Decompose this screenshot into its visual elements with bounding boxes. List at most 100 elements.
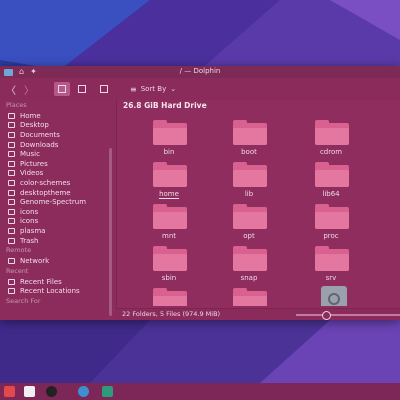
item-name: snap <box>240 274 258 282</box>
sidebar-item-label: Network <box>20 257 50 266</box>
app-icon[interactable] <box>102 386 113 397</box>
compact-view-icon <box>78 85 86 93</box>
sidebar-item-color-schemes[interactable]: color-schemes <box>0 178 116 188</box>
sidebar-item-label: Recent Files <box>20 277 62 286</box>
folder-item[interactable]: home <box>139 156 199 200</box>
item-name: cdrom <box>319 148 343 156</box>
folder-icon <box>153 288 187 306</box>
folder-item[interactable]: snap <box>219 240 279 284</box>
item-name: proc <box>323 232 339 240</box>
folder-item[interactable]: sbin <box>139 240 199 284</box>
sidebar-item-label: Videos <box>20 169 44 178</box>
folder-item[interactable]: opt <box>219 198 279 242</box>
trash-icon <box>8 237 15 244</box>
sort-icon: ≡ <box>130 84 137 94</box>
folder-item[interactable]: lib64 <box>301 156 361 200</box>
sidebar-item-downloads[interactable]: Downloads <box>0 140 116 150</box>
sidebar-item-label: color-schemes <box>20 178 71 187</box>
folder-item[interactable] <box>219 282 279 306</box>
sidebar-item-label: Music <box>20 150 40 159</box>
folder-item[interactable]: srv <box>301 240 361 284</box>
folder-item[interactable] <box>139 282 199 306</box>
sidebar-item-desktop[interactable]: Desktop <box>0 121 116 131</box>
sidebar-item-home[interactable]: Home <box>0 111 116 121</box>
app-launcher-icon[interactable] <box>4 386 15 397</box>
sidebar-item-genome-spectrum[interactable]: Genome-Spectrum <box>0 197 116 207</box>
folder-icon <box>8 189 15 196</box>
folder-icon <box>233 120 267 145</box>
folder-icon <box>153 120 187 145</box>
sidebar-item-label: desktoptheme <box>20 188 71 197</box>
sidebar-item-recent-files[interactable]: Recent Files <box>0 277 116 287</box>
documents-icon <box>8 131 15 138</box>
folder-icon <box>233 162 267 187</box>
folder-item[interactable]: mnt <box>139 198 199 242</box>
sidebar-item-trash[interactable]: Trash <box>0 236 116 246</box>
sidebar-item-documents[interactable]: Documents <box>0 130 116 140</box>
forward-button[interactable]: 〉 <box>22 82 36 97</box>
downloads-icon <box>8 141 15 148</box>
folder-icon <box>153 162 187 187</box>
app-icon[interactable] <box>78 386 89 397</box>
sidebar-scrollbar[interactable] <box>109 148 112 316</box>
recent-files-icon <box>8 278 15 285</box>
sidebar-item-label: icons <box>20 207 39 216</box>
folder-item[interactable]: boot <box>219 114 279 158</box>
app-icon[interactable] <box>46 386 57 397</box>
item-name: lib64 <box>322 190 340 198</box>
search-section-title: Search For <box>6 297 41 306</box>
folder-icon <box>8 208 15 215</box>
sidebar-item-videos[interactable]: Videos <box>0 169 116 179</box>
file-item[interactable] <box>301 282 361 306</box>
folder-item[interactable]: lib <box>219 156 279 200</box>
sidebar-item-plasma[interactable]: plasma <box>0 226 116 236</box>
back-icon: 〈 <box>6 85 16 97</box>
sidebar-item-pictures[interactable]: Pictures <box>0 159 116 169</box>
back-button[interactable]: 〈 <box>4 82 18 97</box>
file-grid: bin boot cdrom home lib lib64 mnt opt proc sbin sn… <box>117 114 400 306</box>
zoom-slider-handle[interactable] <box>322 311 331 320</box>
compact-view-button[interactable] <box>74 82 90 96</box>
music-icon <box>8 151 15 158</box>
sidebar-item-music[interactable]: Music <box>0 149 116 159</box>
remote-list: Network <box>0 256 116 266</box>
details-view-button[interactable] <box>96 82 112 96</box>
sort-by-label: Sort By <box>140 85 167 93</box>
dolphin-window: ⌂ ✦ / — Dolphin 〈 〉 ≡ Sort By ⌄ Places H… <box>0 66 400 320</box>
folder-item[interactable]: proc <box>301 198 361 242</box>
file-view: 26.8 GiB Hard Drive bin boot cdrom home lib l… <box>116 100 400 308</box>
folder-icon <box>233 288 267 306</box>
places-section-title: Places <box>6 101 27 109</box>
forward-icon: 〉 <box>24 85 34 97</box>
folder-item[interactable]: bin <box>139 114 199 158</box>
item-name: lib <box>244 190 254 198</box>
remote-section-title: Remote <box>6 246 32 255</box>
sidebar-item-recent-locations[interactable]: Recent Locations <box>0 287 116 297</box>
sidebar-item-icons[interactable]: icons <box>0 207 116 217</box>
desktop-icon <box>8 122 15 129</box>
sidebar-item-label: Genome-Spectrum <box>20 198 87 207</box>
videos-icon <box>8 170 15 177</box>
icons-view-button[interactable] <box>54 82 70 96</box>
sidebar-item-label: plasma <box>20 226 46 235</box>
folder-icon <box>8 179 15 186</box>
sort-by-button[interactable]: ≡ Sort By ⌄ <box>130 82 176 96</box>
item-name: opt <box>243 232 255 240</box>
status-summary: 22 Folders, 5 Files (974.9 MiB) <box>122 310 221 318</box>
window-title: / — Dolphin <box>179 67 221 75</box>
zoom-slider-track[interactable] <box>296 314 400 316</box>
folder-icon <box>153 246 187 271</box>
window-titlebar: ⌂ ✦ / — Dolphin <box>0 66 400 78</box>
recent-locations-icon <box>8 288 15 295</box>
sidebar-item-label: Downloads <box>20 140 59 149</box>
app-icon[interactable] <box>24 386 35 397</box>
sidebar-item-network[interactable]: Network <box>0 256 116 266</box>
sidebar-item-icons[interactable]: icons <box>0 217 116 227</box>
sidebar-item-desktoptheme[interactable]: desktoptheme <box>0 188 116 198</box>
folder-icon <box>315 120 349 145</box>
sidebar-item-label: Desktop <box>20 121 49 130</box>
folder-item[interactable]: cdrom <box>301 114 361 158</box>
folder-icon <box>233 246 267 271</box>
folder-icon <box>315 246 349 271</box>
item-name: bin <box>163 148 175 156</box>
